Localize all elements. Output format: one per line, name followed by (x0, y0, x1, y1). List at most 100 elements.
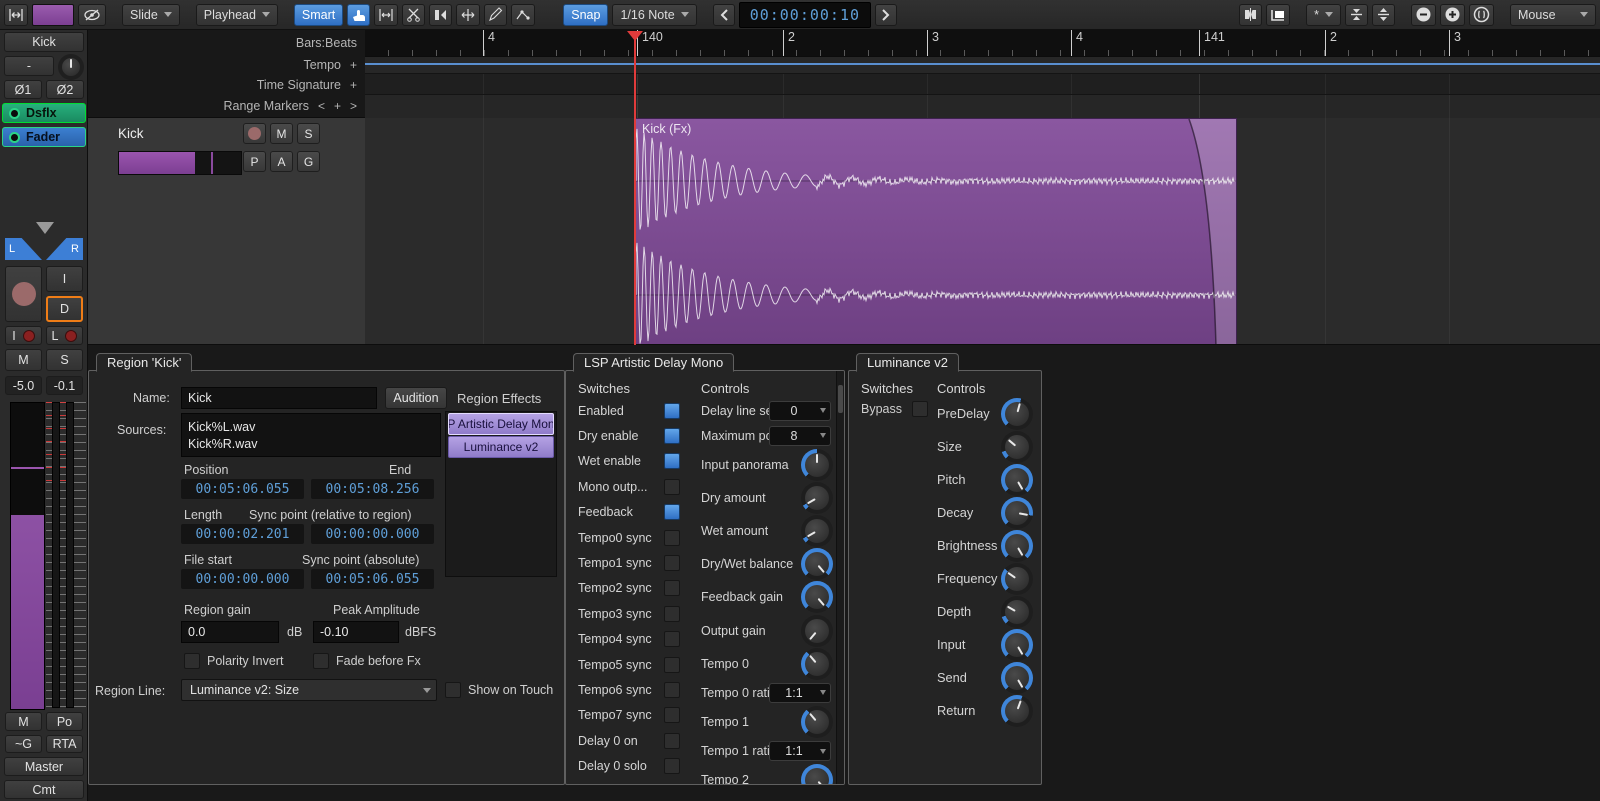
control-knob[interactable] (801, 449, 833, 481)
switch-checkbox[interactable] (664, 707, 680, 723)
region-name-input[interactable]: Kick (181, 387, 377, 409)
gain-display[interactable]: -5.0 (5, 376, 42, 395)
zoom-to-session-button[interactable] (1266, 4, 1290, 26)
switch-checkbox[interactable] (664, 606, 680, 622)
pan-left[interactable]: L (5, 238, 42, 260)
processor-dsflx[interactable]: Dsflx (2, 103, 86, 123)
lsp-scrollbar[interactable] (836, 371, 844, 785)
ruler-label-bars-beats[interactable]: Bars:Beats (296, 36, 357, 50)
hidden-tracks-button[interactable] (78, 4, 106, 26)
edit-automation-tool-button[interactable] (511, 4, 535, 26)
control-knob[interactable] (1001, 464, 1033, 496)
fader-handle[interactable] (11, 467, 44, 469)
peak-display[interactable]: -0.1 (46, 376, 83, 395)
track-name[interactable]: Kick (118, 126, 144, 141)
audio-region[interactable]: Kick (Fx) (635, 118, 1237, 345)
bypass-checkbox[interactable] (912, 401, 928, 417)
region-effect-item[interactable]: P Artistic Delay Mon (448, 413, 554, 435)
switch-checkbox[interactable] (664, 530, 680, 546)
zoom-out-button[interactable] (1411, 4, 1436, 26)
stretch-tool-button[interactable] (456, 4, 480, 26)
cut-tool-button[interactable] (402, 4, 425, 26)
track-playlist-button[interactable]: P (243, 151, 266, 172)
strip-mute-button[interactable]: M (5, 349, 42, 371)
region-effect-item[interactable]: Luminance v2 (448, 436, 554, 458)
switch-checkbox[interactable] (664, 555, 680, 571)
track-color-swatch[interactable] (32, 4, 74, 26)
switch-checkbox[interactable] (664, 631, 680, 647)
strip-solo-button[interactable]: S (46, 349, 83, 371)
control-knob[interactable] (801, 648, 833, 680)
nudge-forward-button[interactable] (875, 4, 897, 26)
zoom-one-bar-button[interactable] (1469, 4, 1494, 26)
control-dropdown[interactable]: 1:1 (769, 741, 831, 761)
track-lane[interactable]: Kick (Fx) (365, 118, 1600, 345)
control-knob[interactable] (801, 764, 833, 785)
grid-mode-dropdown[interactable]: 1/16 Note (612, 4, 696, 26)
control-dropdown[interactable]: 0 (769, 401, 831, 421)
phase-1-button[interactable]: Ø1 (4, 80, 42, 99)
rta-button[interactable]: RTA (46, 735, 83, 753)
end-clock[interactable]: 00:05:08.256 (311, 479, 434, 499)
region-gain-input[interactable]: 0.0 (181, 621, 279, 643)
input-monitor-button[interactable]: I (5, 326, 42, 345)
fit-horizontal-button[interactable] (4, 4, 28, 26)
track-gain-fader[interactable] (118, 151, 242, 175)
control-knob[interactable] (1001, 497, 1033, 529)
range-add-button[interactable]: + (334, 99, 341, 113)
trim-knob[interactable] (58, 54, 84, 80)
range-tool-button[interactable] (374, 4, 398, 26)
position-clock[interactable]: 00:05:06.055 (181, 479, 304, 499)
strip-input-button[interactable]: I (46, 266, 83, 292)
switch-checkbox[interactable] (664, 403, 680, 419)
sources-list[interactable]: Kick%L.wav Kick%R.wav (181, 413, 441, 457)
track-automation-button[interactable]: A (270, 151, 293, 172)
zoom-to-selection-button[interactable] (1239, 4, 1262, 26)
edit-point-dropdown[interactable]: Playhead (196, 4, 278, 26)
control-knob[interactable] (1001, 563, 1033, 595)
strip-name-button[interactable]: Kick (4, 32, 84, 52)
show-on-touch-checkbox[interactable] (445, 682, 461, 698)
control-knob[interactable] (801, 706, 833, 738)
expand-tracks-button[interactable] (1372, 4, 1395, 26)
strip-record-button[interactable] (5, 266, 42, 322)
control-knob[interactable] (1001, 431, 1033, 463)
audition-tool-button[interactable] (429, 4, 452, 26)
zoom-in-button[interactable] (1440, 4, 1465, 26)
control-knob[interactable] (1001, 398, 1033, 430)
tempo-add-button[interactable]: + (350, 58, 357, 72)
peak-amplitude-value[interactable]: -0.10 (313, 621, 399, 643)
switch-checkbox[interactable] (664, 758, 680, 774)
range-next-button[interactable]: > (350, 99, 357, 113)
control-knob[interactable] (801, 581, 833, 613)
timesig-add-button[interactable]: + (350, 78, 357, 92)
switch-checkbox[interactable] (664, 682, 680, 698)
switch-checkbox[interactable] (664, 733, 680, 749)
draw-tool-button[interactable] (484, 4, 507, 26)
nudge-back-button[interactable] (713, 4, 735, 26)
shrink-tracks-button[interactable] (1345, 4, 1368, 26)
processor-led[interactable] (9, 108, 20, 119)
strip-group-button[interactable]: - (4, 56, 54, 76)
track-mute-button[interactable]: M (270, 123, 293, 144)
switch-checkbox[interactable] (664, 453, 680, 469)
track-group-button[interactable]: G (297, 151, 320, 172)
gain-fader[interactable] (10, 402, 45, 710)
audition-button[interactable]: Audition (385, 387, 447, 409)
disk-monitor-button[interactable]: L (46, 326, 83, 345)
control-dropdown[interactable]: 8 (769, 426, 831, 446)
length-clock[interactable]: 00:00:02.201 (181, 524, 304, 544)
mouse-mode-dropdown[interactable]: Mouse (1510, 4, 1596, 26)
bars-beats-ruler[interactable]: 414023414123 (365, 30, 1600, 56)
strip-disk-button[interactable]: D (46, 296, 83, 322)
edit-mode-dropdown[interactable]: Slide (122, 4, 180, 26)
control-knob[interactable] (801, 515, 833, 547)
switch-checkbox[interactable] (664, 657, 680, 673)
smart-mode-button[interactable]: Smart (294, 4, 343, 26)
grab-tool-button[interactable] (347, 4, 370, 26)
processor-fader[interactable]: Fader (2, 127, 86, 147)
snap-button[interactable]: Snap (563, 4, 608, 26)
transport-clock[interactable]: 00:00:00:10 (739, 2, 871, 28)
pan-right[interactable]: R (46, 238, 83, 260)
show-on-touch-row[interactable]: Show on Touch (445, 682, 553, 698)
